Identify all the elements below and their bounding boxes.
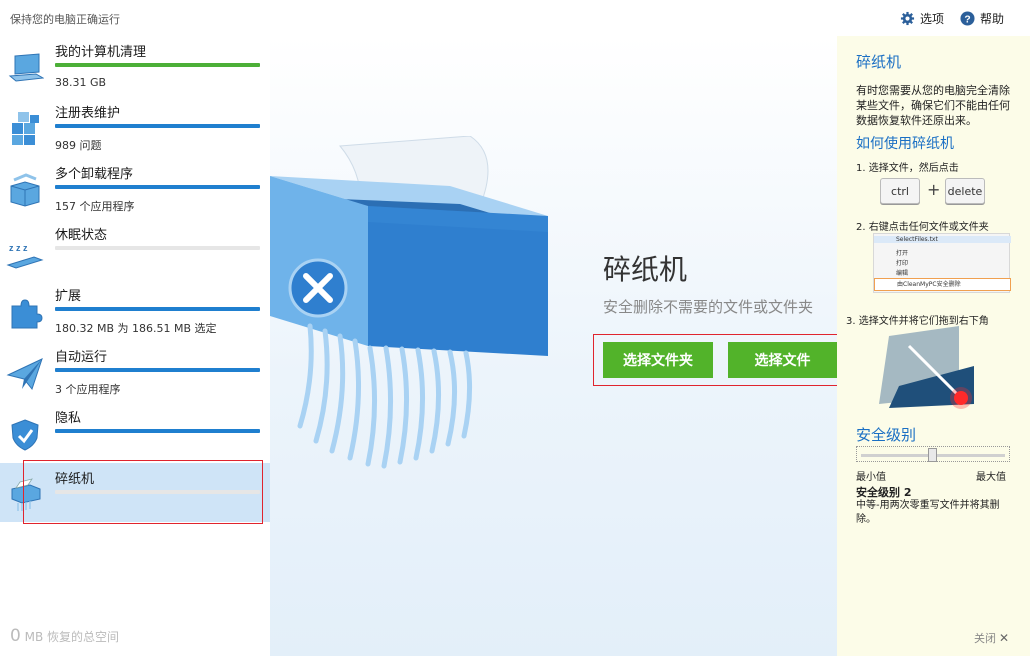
progress-bar bbox=[55, 368, 260, 372]
drag-to-corner-illustration bbox=[879, 326, 979, 411]
shredder-illustration bbox=[270, 136, 548, 469]
sidebar-item-privacy[interactable]: 隐私 bbox=[0, 402, 270, 463]
sidebar-item-status: 989 问题 bbox=[55, 139, 102, 152]
close-icon: ✕ bbox=[999, 631, 1010, 645]
sidebar-item-label: 自动运行 bbox=[55, 350, 108, 365]
page-title: 碎纸机 bbox=[603, 253, 688, 286]
slider-thumb[interactable] bbox=[928, 448, 937, 462]
options-label: 选项 bbox=[920, 12, 945, 26]
close-label: 关闭 bbox=[974, 632, 996, 645]
howto-heading: 如何使用碎纸机 bbox=[856, 136, 954, 152]
progress-bar bbox=[55, 246, 260, 250]
sleep-icon: z z z bbox=[6, 243, 44, 269]
progress-bar bbox=[55, 63, 260, 67]
select-file-button[interactable]: 选择文件 bbox=[728, 342, 837, 378]
recovered-space-label: MB 恢复的总空间 bbox=[24, 630, 120, 644]
sidebar-item-label: 我的计算机清理 bbox=[55, 45, 147, 60]
top-bar: 保持您的电脑正确运行 选项 ? 帮助 bbox=[0, 0, 1030, 36]
svg-text:z z z: z z z bbox=[9, 243, 28, 253]
slider-max-label: 最大值 bbox=[976, 472, 1006, 483]
progress-bar bbox=[55, 185, 260, 189]
svg-text:?: ? bbox=[964, 14, 970, 25]
plus-sign: + bbox=[927, 180, 941, 199]
ctrl-key: ctrl bbox=[880, 178, 920, 204]
security-level-value: 安全级别 2 bbox=[856, 486, 912, 499]
help-step-3: 3. 选择文件并将它们拖到右下角 bbox=[846, 316, 989, 327]
sidebar-item-status: 180.32 MB 为 186.51 MB 选定 bbox=[55, 322, 217, 335]
help-label: 帮助 bbox=[980, 12, 1005, 26]
sidebar-item-registry[interactable]: 注册表维护 989 问题 bbox=[0, 97, 270, 158]
help-step-1: 1. 选择文件，然后点击 bbox=[856, 163, 959, 174]
registry-cubes-icon bbox=[12, 112, 39, 145]
sidebar-item-label: 隐私 bbox=[55, 411, 82, 426]
sidebar-item-status: 3 个应用程序 bbox=[55, 383, 121, 396]
help-question-icon: ? bbox=[960, 11, 975, 26]
context-item-secure-delete: 由CleanMyPC安全删除 bbox=[874, 278, 1011, 291]
main-panel: 碎纸机 安全删除不需要的文件或文件夹 选择文件夹 选择文件 bbox=[270, 36, 837, 656]
sidebar-item-status: 38.31 GB bbox=[55, 76, 107, 89]
sidebar-item-uninstaller[interactable]: 多个卸载程序 157 个应用程序 bbox=[0, 158, 270, 219]
sidebar-item-hibernation[interactable]: z z z 休眠状态 bbox=[0, 219, 270, 280]
security-level-description: 中等-用两次零重写文件并将其删除。 bbox=[856, 500, 1000, 525]
recovered-space-number: 0 bbox=[10, 626, 21, 646]
uninstall-box-icon bbox=[10, 173, 40, 207]
help-step-2: 2. 右键点击任何文件或文件夹 bbox=[856, 222, 989, 233]
progress-bar bbox=[55, 307, 260, 311]
app-tagline: 保持您的电脑正确运行 bbox=[10, 13, 120, 26]
sidebar-item-label: 多个卸载程序 bbox=[55, 167, 134, 182]
context-menu-example: SelectFiles.txt 打开 打印 编辑 由CleanMyPC安全删除 bbox=[873, 233, 1011, 293]
close-help-button[interactable]: 关闭 ✕ bbox=[974, 630, 1009, 646]
sidebar-item-status: 157 个应用程序 bbox=[55, 200, 135, 213]
help-title: 碎纸机 bbox=[856, 53, 902, 71]
help-description: 有时您需要从您的电脑完全清除某些文件，确保它们不能由任何数据恢复软件还原出来。 bbox=[856, 84, 1010, 127]
recovered-space-summary: 0 MB 恢复的总空间 bbox=[10, 626, 119, 646]
security-level-slider[interactable] bbox=[856, 446, 1010, 462]
gear-icon bbox=[900, 11, 915, 26]
slider-min-label: 最小值 bbox=[856, 472, 886, 483]
progress-bar bbox=[55, 429, 260, 433]
puzzle-icon bbox=[11, 299, 43, 329]
highlight-box bbox=[23, 460, 263, 524]
paper-plane-icon bbox=[6, 358, 43, 391]
sidebar-item-autorun[interactable]: 自动运行 3 个应用程序 bbox=[0, 341, 270, 402]
security-level-heading: 安全级别 bbox=[856, 426, 917, 444]
help-panel: 碎纸机 有时您需要从您的电脑完全清除某些文件，确保它们不能由任何数据恢复软件还原… bbox=[837, 36, 1030, 656]
sidebar-item-label: 扩展 bbox=[55, 289, 82, 304]
sidebar-item-extensions[interactable]: 扩展 180.32 MB 为 186.51 MB 选定 bbox=[0, 280, 270, 341]
shield-icon bbox=[11, 419, 39, 451]
options-button[interactable]: 选项 bbox=[900, 10, 944, 27]
laptop-icon bbox=[8, 53, 44, 82]
context-item: 打印 bbox=[896, 260, 909, 267]
select-folder-button[interactable]: 选择文件夹 bbox=[603, 342, 713, 378]
progress-bar bbox=[55, 124, 260, 128]
sidebar: 我的计算机清理 38.31 GB 注册表维护 989 问题 多个卸载程序 157… bbox=[0, 36, 270, 656]
sidebar-item-computer-cleanup[interactable]: 我的计算机清理 38.31 GB bbox=[0, 36, 270, 97]
context-item: 打开 bbox=[896, 250, 909, 257]
sidebar-item-label: 注册表维护 bbox=[55, 106, 121, 121]
page-subtitle: 安全删除不需要的文件或文件夹 bbox=[603, 298, 814, 316]
sidebar-item-label: 休眠状态 bbox=[55, 228, 108, 243]
delete-key: delete bbox=[945, 178, 985, 204]
context-item: 编辑 bbox=[896, 270, 909, 277]
context-filename: SelectFiles.txt bbox=[874, 236, 1011, 243]
help-button[interactable]: ? 帮助 bbox=[960, 10, 1004, 27]
